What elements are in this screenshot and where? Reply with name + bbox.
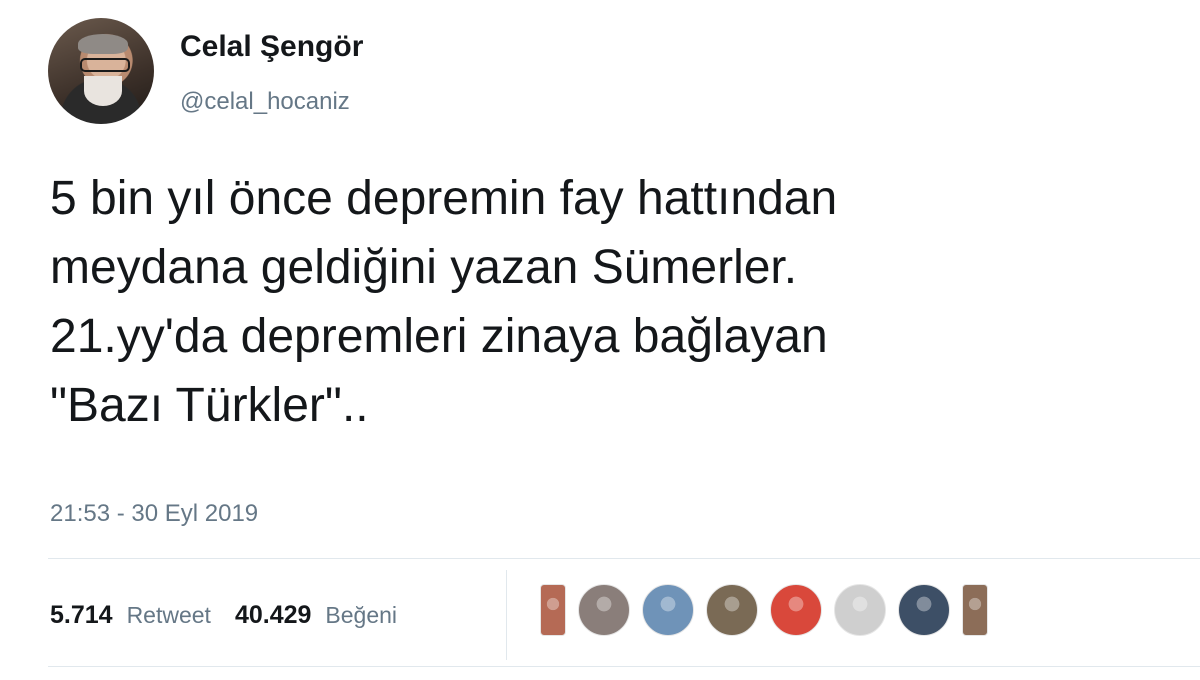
like-label[interactable]: Beğeni bbox=[325, 602, 397, 629]
liker-avatar-2[interactable] bbox=[578, 584, 630, 636]
divider-top bbox=[48, 558, 1200, 559]
liker-avatar-3[interactable] bbox=[642, 584, 694, 636]
retweet-count[interactable]: 5.714 bbox=[50, 601, 113, 630]
liker-avatar-5[interactable] bbox=[770, 584, 822, 636]
liker-avatar-6[interactable] bbox=[834, 584, 886, 636]
liker-avatars bbox=[540, 582, 1000, 638]
liker-avatar-4[interactable] bbox=[706, 584, 758, 636]
tweet-text-line: "Bazı Türkler".. bbox=[50, 379, 369, 432]
tweet-timestamp[interactable]: 21:53 - 30 Eyl 2019 bbox=[50, 500, 258, 528]
tweet-text-line: 21.yy'da depremleri zinaya bağlayan bbox=[50, 310, 828, 363]
liker-avatar-1[interactable] bbox=[540, 584, 566, 636]
avatar-glasses bbox=[80, 58, 130, 72]
display-name[interactable]: Celal Şengör bbox=[180, 30, 363, 64]
like-count[interactable]: 40.429 bbox=[235, 601, 311, 630]
divider-bottom bbox=[48, 666, 1200, 667]
tweet-stats: 5.714 Retweet 40.429 Beğeni bbox=[50, 590, 397, 640]
retweet-label[interactable]: Retweet bbox=[127, 602, 211, 629]
avatar-hair bbox=[78, 34, 128, 54]
liker-avatar-7[interactable] bbox=[898, 584, 950, 636]
tweet-card: Celal Şengör @celal_hocaniz 5 bin yıl ön… bbox=[0, 0, 1200, 680]
tweet-text-line: meydana geldiğini yazan Sümerler. bbox=[50, 241, 798, 294]
tweet-text-line: 5 bin yıl önce depremin fay hattından bbox=[50, 172, 838, 225]
profile-avatar[interactable] bbox=[48, 18, 154, 124]
user-handle[interactable]: @celal_hocaniz bbox=[180, 88, 350, 116]
liker-avatar-8[interactable] bbox=[962, 584, 988, 636]
tweet-text: 5 bin yıl önce depremin fay hattından me… bbox=[50, 164, 1170, 440]
avatar-beard bbox=[84, 76, 122, 106]
stats-separator bbox=[506, 570, 507, 660]
